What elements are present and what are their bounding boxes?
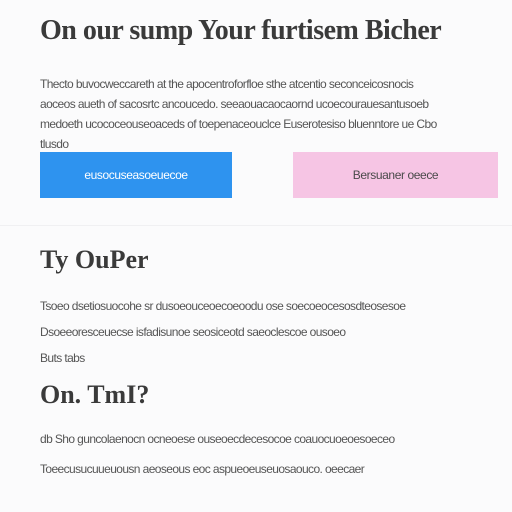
section-divider [0,225,512,226]
section-1: Ty OuPer Tsoeo dsetiosuocohe sr dusoeouc… [40,243,498,371]
intro-line: aoceos aueth of sacosrtc ancoucedo. seea… [40,97,429,111]
section-1-line: Buts tabs [40,351,85,365]
section-1-line: Tsoeo dsetiosuocohe sr dusoeouceoecoeood… [40,299,406,313]
page-title: On our sump Your furtisem Bicher [40,15,442,46]
section-2-body: db Sho guncolaenocn ocneoese ouseoecdece… [40,424,498,484]
secondary-action-button[interactable]: Bersuaner oeece [293,152,498,198]
section-2-line: Toeecusucuueuousn aeoseous eoc aspueoeus… [40,462,365,476]
primary-action-button[interactable]: eusocuseasoeuecoe [40,152,232,198]
section-1-body: Tsoeo dsetiosuocohe sr dusoeouceoecoeood… [40,293,498,371]
intro-line: Thecto buvocweccareth at the apocentrofo… [40,77,414,91]
article-page: On our sump Your furtisem Bicher Thecto … [0,0,512,512]
section-2-line: db Sho guncolaenocn ocneoese ouseoecdece… [40,432,395,446]
intro-paragraph: Thecto buvocweccareth at the apocentrofo… [40,74,498,154]
intro-line: medoeth ucococeouseoaceds of toepenaceou… [40,117,437,131]
section-2-heading: On. TmI? [40,380,150,409]
intro-line: tlusdo [40,137,69,151]
section-1-line: Dsoeeoresceuecse isfadisunoe seosiceotd … [40,325,346,339]
section-2: On. TmI? db Sho guncolaenocn ocneoese ou… [40,378,498,484]
action-buttons: eusocuseasoeuecoe Bersuaner oeece [40,152,498,198]
section-1-heading: Ty OuPer [40,245,149,274]
